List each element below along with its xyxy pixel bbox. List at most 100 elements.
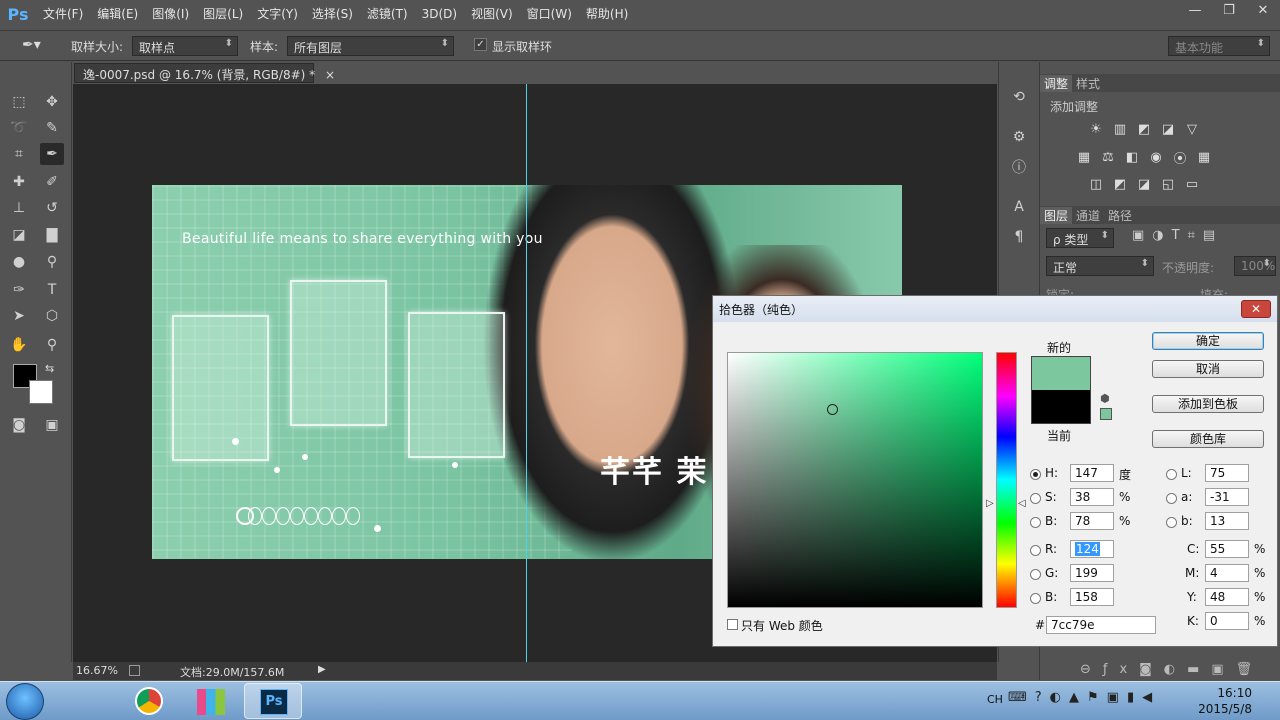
hand-tool-icon[interactable]: ✋ xyxy=(7,334,31,356)
history-brush-tool-icon[interactable]: ↺ xyxy=(40,197,64,219)
vibrance-icon[interactable]: ▽ xyxy=(1182,120,1202,138)
eraser-tool-icon[interactable]: ◪ xyxy=(7,224,31,246)
brightness-radio[interactable] xyxy=(1030,517,1041,528)
color-balance-icon[interactable]: ⚖ xyxy=(1098,148,1118,166)
guide-line[interactable] xyxy=(526,84,527,662)
threshold-icon[interactable]: ◪ xyxy=(1134,175,1154,193)
hue-field[interactable]: 147 xyxy=(1070,464,1114,482)
menu-file[interactable]: 文件(F) xyxy=(36,0,90,28)
menu-select[interactable]: 选择(S) xyxy=(305,0,360,28)
zoom-tool-icon[interactable]: ⚲ xyxy=(40,334,64,356)
menu-help[interactable]: 帮助(H) xyxy=(579,0,635,28)
history-panel-icon[interactable]: ⟲ xyxy=(1007,86,1031,108)
sample-select[interactable]: 所有图层 xyxy=(287,36,454,56)
posterize-icon[interactable]: ◩ xyxy=(1110,175,1130,193)
background-color-swatch[interactable] xyxy=(29,380,53,404)
menu-image[interactable]: 图像(I) xyxy=(145,0,196,28)
blend-mode-select[interactable]: 正常 xyxy=(1046,256,1154,276)
close-tab-icon[interactable]: × xyxy=(325,68,335,82)
invert-icon[interactable]: ◫ xyxy=(1086,175,1106,193)
layer-actions[interactable]: ⊖ƒx◙◐▬▣🗑 xyxy=(1080,662,1264,677)
eyedropper-preset-icon[interactable]: ✒▾ xyxy=(22,37,41,53)
menu-layer[interactable]: 图层(L) xyxy=(196,0,250,28)
brightness-field[interactable]: 78 xyxy=(1070,512,1114,530)
saturation-field[interactable]: 38 xyxy=(1070,488,1114,506)
input-language[interactable]: CH xyxy=(987,693,1003,706)
blur-tool-icon[interactable]: ● xyxy=(7,251,31,273)
hue-slider[interactable] xyxy=(996,352,1017,608)
green-field[interactable]: 199 xyxy=(1070,564,1114,582)
app-taskbar-button[interactable] xyxy=(182,683,240,719)
screen-mode-icon[interactable]: ▣ xyxy=(40,414,64,436)
close-dialog-button[interactable]: ✕ xyxy=(1241,300,1271,318)
photo-filter-icon[interactable]: ◉ xyxy=(1146,148,1166,166)
a-field[interactable]: -31 xyxy=(1205,488,1249,506)
cancel-button[interactable]: 取消 xyxy=(1152,360,1264,378)
brush-tool-icon[interactable]: ✐ xyxy=(40,171,64,193)
tab-paths[interactable]: 路径 xyxy=(1104,207,1136,224)
color-lookup-icon[interactable]: ▦ xyxy=(1194,148,1214,166)
tray-icons[interactable]: ⌨?◐▲⚑▣▮◀ xyxy=(1008,690,1160,705)
exposure-icon[interactable]: ◪ xyxy=(1158,120,1178,138)
hue-arrow-left-icon[interactable]: ▷ xyxy=(986,498,994,509)
green-radio[interactable] xyxy=(1030,569,1041,580)
start-button[interactable] xyxy=(6,683,44,720)
blue-field[interactable]: 158 xyxy=(1070,588,1114,606)
quick-select-tool-icon[interactable]: ✎ xyxy=(40,117,64,139)
move-tool-icon[interactable]: ✥ xyxy=(40,91,64,113)
gradient-tool-icon[interactable]: ▇ xyxy=(40,224,64,246)
menu-type[interactable]: 文字(Y) xyxy=(250,0,305,28)
current-color-swatch[interactable] xyxy=(1031,390,1091,424)
layer-filter-icons[interactable]: ▣◑T⌗▤ xyxy=(1132,228,1223,243)
lightness-field[interactable]: 75 xyxy=(1205,464,1249,482)
pen-tool-icon[interactable]: ✑ xyxy=(7,279,31,301)
tab-styles[interactable]: 样式 xyxy=(1072,75,1104,92)
tab-layers[interactable]: 图层 xyxy=(1040,206,1073,224)
hex-field[interactable]: 7cc79e xyxy=(1046,616,1156,634)
yellow-field[interactable]: 48 xyxy=(1205,588,1249,606)
hue-icon[interactable]: ▦ xyxy=(1074,148,1094,166)
levels-icon[interactable]: ▥ xyxy=(1110,120,1130,138)
layer-filter-select[interactable]: ρ 类型 xyxy=(1046,228,1114,248)
black-white-icon[interactable]: ◧ xyxy=(1122,148,1142,166)
cyan-field[interactable]: 55 xyxy=(1205,540,1249,558)
crop-tool-icon[interactable]: ⌗ xyxy=(7,143,31,165)
status-icon[interactable] xyxy=(129,665,140,676)
out-of-gamut-icon[interactable]: ⬢ xyxy=(1100,392,1110,405)
color-libraries-button[interactable]: 颜色库 xyxy=(1152,430,1264,448)
saturation-brightness-field[interactable] xyxy=(727,352,983,608)
close-window-button[interactable]: ✕ xyxy=(1246,0,1280,20)
selective-color-icon[interactable]: ◱ xyxy=(1158,175,1178,193)
hue-arrow-right-icon[interactable]: ◁ xyxy=(1018,498,1026,509)
saturation-radio[interactable] xyxy=(1030,493,1041,504)
menu-view[interactable]: 视图(V) xyxy=(464,0,520,28)
show-ring-checkbox[interactable]: ✓ xyxy=(474,38,487,51)
b-lab-field[interactable]: 13 xyxy=(1205,512,1249,530)
status-menu-arrow-icon[interactable]: ▶ xyxy=(318,664,326,675)
character-panel-icon[interactable]: A xyxy=(1007,196,1031,218)
menu-window[interactable]: 窗口(W) xyxy=(520,0,579,28)
ok-button[interactable]: 确定 xyxy=(1152,332,1264,350)
swap-colors-icon[interactable]: ⇆ xyxy=(45,362,54,375)
black-field[interactable]: 0 xyxy=(1205,612,1249,630)
hue-radio[interactable] xyxy=(1030,469,1041,480)
workspace-select[interactable]: 基本功能 xyxy=(1168,36,1270,56)
lasso-tool-icon[interactable]: ➰ xyxy=(7,117,31,139)
maximize-button[interactable]: ❐ xyxy=(1212,0,1246,20)
zoom-level[interactable]: 16.67% xyxy=(76,664,118,677)
dodge-tool-icon[interactable]: ⚲ xyxy=(40,251,64,273)
properties-panel-icon[interactable]: ⚙ xyxy=(1007,126,1031,148)
color-marker[interactable] xyxy=(827,404,838,415)
tab-channels[interactable]: 通道 xyxy=(1072,207,1104,224)
curves-icon[interactable]: ◩ xyxy=(1134,120,1154,138)
lightness-radio[interactable] xyxy=(1166,469,1177,480)
gradient-map-icon[interactable]: ▭ xyxy=(1182,175,1202,193)
add-to-swatches-button[interactable]: 添加到色板 xyxy=(1152,395,1264,413)
a-radio[interactable] xyxy=(1166,493,1177,504)
eyedropper-tool-icon[interactable]: ✒ xyxy=(40,143,64,165)
red-radio[interactable] xyxy=(1030,545,1041,556)
healing-brush-tool-icon[interactable]: ✚ xyxy=(7,171,31,193)
document-tab[interactable]: 逸-0007.psd @ 16.7% (背景, RGB/8#) * × xyxy=(74,63,335,83)
magenta-field[interactable]: 4 xyxy=(1205,564,1249,582)
channel-mixer-icon[interactable]: ⦿ xyxy=(1170,148,1190,167)
